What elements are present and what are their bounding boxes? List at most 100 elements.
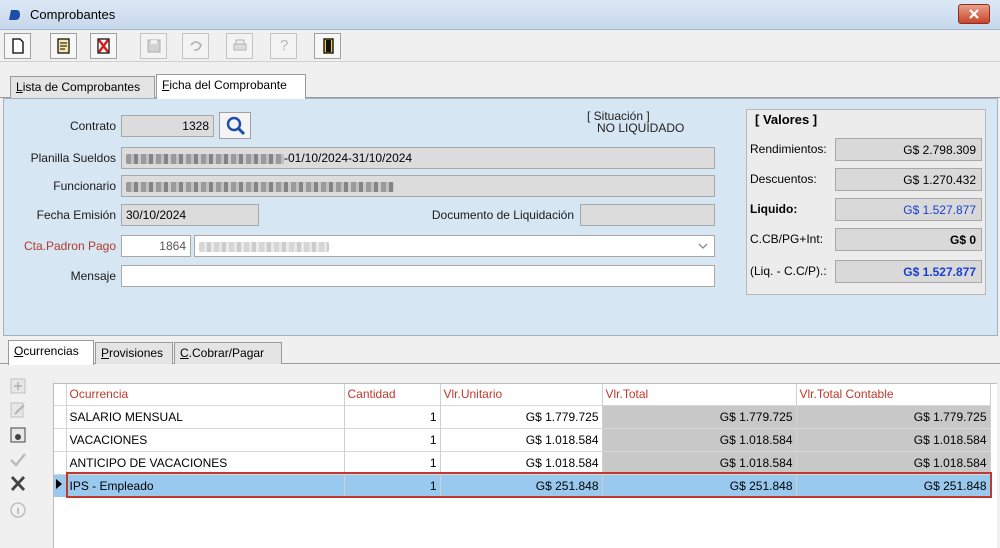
- planilla-field[interactable]: -01/10/2024-31/10/2024: [121, 147, 715, 169]
- tab-provisiones[interactable]: Provisiones: [95, 342, 173, 364]
- row-indicator: [54, 450, 67, 474]
- window-title: Comprobantes: [30, 7, 116, 22]
- cell-vlr-total[interactable]: G$ 1.018.584: [602, 450, 797, 474]
- column-header-ocurrencia[interactable]: Ocurrencia: [66, 384, 345, 405]
- confirm-check-icon: [10, 453, 26, 467]
- delete-button[interactable]: [90, 33, 117, 59]
- table-row[interactable]: ANTICIPO DE VACACIONES 1 G$ 1.018.584 G$…: [54, 450, 991, 474]
- situacion-value: NO LIQUIDADO: [597, 121, 685, 135]
- documento-field[interactable]: [580, 204, 715, 226]
- edit-row-button[interactable]: [7, 400, 32, 422]
- funcionario-label: Funcionario: [53, 179, 116, 193]
- cell-ocurrencia[interactable]: VACACIONES: [66, 427, 345, 451]
- save-icon: [147, 39, 161, 53]
- row-indicator-header: [54, 384, 67, 405]
- help-icon: ?: [280, 37, 289, 54]
- add-row-button[interactable]: [7, 376, 32, 398]
- info-button[interactable]: [7, 500, 32, 522]
- cancel-x-icon: [10, 476, 26, 491]
- cell-cantidad[interactable]: 1: [344, 427, 441, 451]
- fecha-emision-label: Fecha Emisión: [36, 208, 116, 222]
- remove-row-button[interactable]: [7, 425, 32, 447]
- print-icon: [233, 39, 247, 51]
- new-button[interactable]: [4, 33, 31, 59]
- redacted-funcionario: [126, 181, 394, 192]
- table-row[interactable]: VACACIONES 1 G$ 1.018.584 G$ 1.018.584 G…: [54, 427, 991, 451]
- cell-cantidad[interactable]: 1: [344, 473, 441, 497]
- exit-button[interactable]: [314, 33, 341, 59]
- fecha-emision-field[interactable]: 30/10/2024: [121, 204, 259, 226]
- new-document-icon: [12, 38, 24, 54]
- cell-vlr-unitario[interactable]: G$ 1.018.584: [440, 427, 603, 451]
- cell-vlr-total[interactable]: G$ 251.848: [602, 473, 797, 497]
- save-button[interactable]: [140, 33, 167, 59]
- cell-cantidad[interactable]: 1: [344, 404, 441, 428]
- cta-padron-code-field[interactable]: 1864: [121, 235, 191, 257]
- cell-vlr-total[interactable]: G$ 1.779.725: [602, 404, 797, 428]
- delete-icon: [97, 38, 110, 54]
- cell-vlr-total-contable[interactable]: G$ 1.018.584: [796, 450, 991, 474]
- cell-vlr-unitario[interactable]: G$ 1.018.584: [440, 450, 603, 474]
- help-button[interactable]: ?: [270, 33, 297, 59]
- column-header-cantidad[interactable]: Cantidad: [344, 384, 441, 405]
- mensaje-field[interactable]: [121, 265, 715, 287]
- edit-row-icon: [10, 402, 25, 418]
- contrato-field[interactable]: 1328: [121, 115, 214, 137]
- cell-vlr-unitario[interactable]: G$ 251.848: [440, 473, 603, 497]
- rendimientos-label: Rendimientos:: [750, 142, 827, 156]
- planilla-label: Planilla Sueldos: [30, 151, 116, 165]
- tab-cobrar-pagar[interactable]: C.Cobrar/Pagar: [174, 342, 282, 364]
- cancel-button[interactable]: [7, 474, 32, 496]
- descuentos-value: G$ 1.270.432: [835, 168, 982, 191]
- confirm-button[interactable]: [7, 450, 32, 472]
- redacted-cta-padron: [199, 241, 329, 252]
- cell-vlr-unitario[interactable]: G$ 1.779.725: [440, 404, 603, 428]
- main-tabs: Lista de Comprobantes Ficha del Comproba…: [0, 74, 1000, 99]
- add-row-icon: [10, 378, 26, 394]
- contrato-search-button[interactable]: [219, 112, 251, 139]
- redacted-planilla: [126, 153, 284, 164]
- title-bar: Comprobantes: [0, 0, 1000, 30]
- column-header-vlr-unitario[interactable]: Vlr.Unitario: [440, 384, 603, 405]
- toolbar: ?: [0, 30, 1000, 62]
- column-header-vlr-total[interactable]: Vlr.Total: [602, 384, 797, 405]
- cell-cantidad[interactable]: 1: [344, 450, 441, 474]
- cell-ocurrencia[interactable]: IPS - Empleado: [66, 473, 345, 497]
- ccb-value: G$ 0: [835, 228, 982, 251]
- exit-door-icon: [323, 38, 334, 54]
- funcionario-field[interactable]: [121, 175, 715, 197]
- close-icon: [969, 9, 979, 19]
- remove-row-icon: [10, 427, 26, 443]
- print-button[interactable]: [226, 33, 253, 59]
- cell-vlr-total[interactable]: G$ 1.018.584: [602, 427, 797, 451]
- cta-padron-select[interactable]: [194, 235, 715, 257]
- column-header-vlr-total-contable[interactable]: Vlr.Total Contable: [796, 384, 991, 405]
- contrato-label: Contrato: [69, 119, 116, 133]
- row-indicator: [54, 427, 67, 451]
- edit-button[interactable]: [50, 33, 77, 59]
- cell-ocurrencia[interactable]: SALARIO MENSUAL: [66, 404, 345, 428]
- situacion-box: [ Situación ] NO LIQUIDADO: [575, 109, 715, 141]
- cta-padron-label[interactable]: Cta.Padron Pago: [14, 239, 116, 253]
- cell-vlr-total-contable[interactable]: G$ 1.018.584: [796, 427, 991, 451]
- ocurrencias-grid: Ocurrencia Cantidad Vlr.Unitario Vlr.Tot…: [53, 383, 997, 548]
- undo-icon: [190, 41, 203, 52]
- table-row-selected[interactable]: IPS - Empleado 1 G$ 251.848 G$ 251.848 G…: [54, 473, 991, 497]
- tab-lista-comprobantes[interactable]: Lista de Comprobantes: [10, 76, 155, 98]
- close-button[interactable]: [958, 4, 990, 24]
- cell-ocurrencia[interactable]: ANTICIPO DE VACACIONES: [66, 450, 345, 474]
- search-icon: [226, 116, 246, 136]
- cell-vlr-total-contable[interactable]: G$ 1.779.725: [796, 404, 991, 428]
- chevron-down-icon: [698, 243, 708, 249]
- cell-vlr-total-contable[interactable]: G$ 251.848: [796, 473, 991, 497]
- tab-ficha-comprobante[interactable]: Ficha del Comprobante: [156, 74, 306, 99]
- table-row[interactable]: SALARIO MENSUAL 1 G$ 1.779.725 G$ 1.779.…: [54, 404, 991, 428]
- row-actions: [4, 370, 34, 548]
- undo-button[interactable]: [182, 33, 209, 59]
- edit-document-icon: [57, 38, 70, 54]
- tab-ocurrencias[interactable]: Ocurrencias: [8, 340, 94, 365]
- ccb-label: C.CB/PG+Int:: [750, 232, 824, 246]
- mensaje-label: Mensaje: [70, 269, 116, 283]
- liquido-value: G$ 1.527.877: [835, 198, 982, 221]
- row-indicator: [54, 404, 67, 428]
